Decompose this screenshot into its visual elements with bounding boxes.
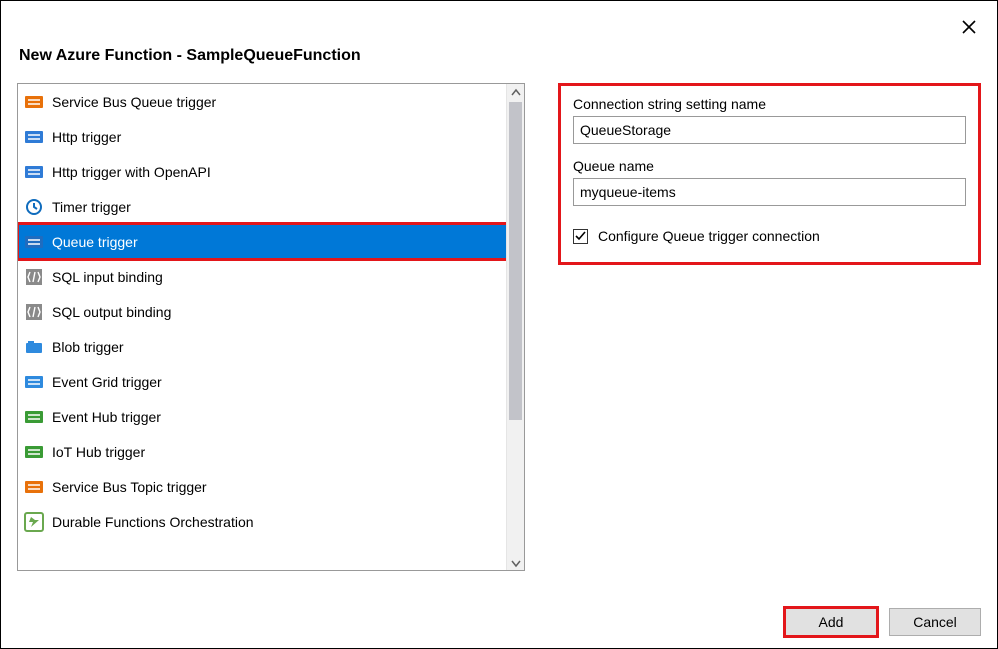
- list-item-label: Service Bus Topic trigger: [52, 479, 207, 495]
- list-item[interactable]: SQL output binding: [18, 294, 524, 329]
- add-button[interactable]: Add: [785, 608, 877, 636]
- list-item[interactable]: Http trigger with OpenAPI: [18, 154, 524, 189]
- dialog-title: New Azure Function - SampleQueueFunction: [19, 47, 989, 65]
- sql-icon: [24, 267, 44, 287]
- configure-checkbox[interactable]: [573, 229, 588, 244]
- blob-icon: [24, 337, 44, 357]
- list-item[interactable]: Event Hub trigger: [18, 399, 524, 434]
- list-item[interactable]: Http trigger: [18, 119, 524, 154]
- list-item-label: Http trigger: [52, 129, 121, 145]
- trigger-settings-column: Connection string setting name Queue nam…: [558, 83, 981, 571]
- list-item-label: Http trigger with OpenAPI: [52, 164, 211, 180]
- queue-icon: [24, 232, 44, 252]
- queue-label: Queue name: [573, 158, 966, 174]
- conn-label: Connection string setting name: [573, 96, 966, 112]
- list-item[interactable]: Durable Functions Orchestration: [18, 504, 524, 539]
- list-item[interactable]: Service Bus Queue trigger: [18, 84, 524, 119]
- add-button-label: Add: [819, 614, 844, 630]
- list-item[interactable]: SQL input binding: [18, 259, 524, 294]
- scroll-up-icon[interactable]: [507, 84, 524, 102]
- dialog-window: New Azure Function - SampleQueueFunction…: [0, 0, 998, 649]
- trigger-listbox[interactable]: Service Bus Queue trigger Http trigger Htt…: [17, 83, 525, 571]
- list-item[interactable]: Blob trigger: [18, 329, 524, 364]
- list-item[interactable]: IoT Hub trigger: [18, 434, 524, 469]
- list-item-label: SQL input binding: [52, 269, 163, 285]
- list-item-label: SQL output binding: [52, 304, 171, 320]
- list-item-label: Timer trigger: [52, 199, 131, 215]
- conn-input[interactable]: [573, 116, 966, 144]
- event-grid-icon: [24, 372, 44, 392]
- trigger-list-column: Service Bus Queue trigger Http trigger Htt…: [17, 83, 525, 571]
- list-item[interactable]: Service Bus Topic trigger: [18, 469, 524, 504]
- service-bus-topic-icon: [24, 477, 44, 497]
- list-item-label: Event Grid trigger: [52, 374, 162, 390]
- iot-hub-icon: [24, 442, 44, 462]
- close-icon[interactable]: [959, 17, 979, 37]
- list-item-label: Durable Functions Orchestration: [52, 514, 254, 530]
- scroll-track[interactable]: [507, 102, 524, 554]
- list-item-label: Queue trigger: [52, 234, 138, 250]
- configure-checkbox-label: Configure Queue trigger connection: [598, 228, 820, 244]
- dialog-body: Service Bus Queue trigger Http trigger Htt…: [9, 83, 989, 571]
- service-bus-queue-icon: [24, 92, 44, 112]
- dialog-footer: Add Cancel: [785, 608, 981, 636]
- list-item-label: Service Bus Queue trigger: [52, 94, 216, 110]
- scrollbar[interactable]: [506, 84, 524, 570]
- sql-icon: [24, 302, 44, 322]
- list-item[interactable]: Queue trigger: [18, 224, 524, 259]
- list-item[interactable]: Event Grid trigger: [18, 364, 524, 399]
- http-icon: [24, 127, 44, 147]
- event-hub-icon: [24, 407, 44, 427]
- queue-input[interactable]: [573, 178, 966, 206]
- settings-panel: Connection string setting name Queue nam…: [558, 83, 981, 265]
- timer-icon: [24, 197, 44, 217]
- list-item-label: Blob trigger: [52, 339, 124, 355]
- scroll-down-icon[interactable]: [507, 554, 524, 571]
- configure-checkbox-row[interactable]: Configure Queue trigger connection: [573, 228, 966, 244]
- http-icon: [24, 162, 44, 182]
- scroll-thumb[interactable]: [509, 102, 522, 420]
- list-item-label: Event Hub trigger: [52, 409, 161, 425]
- list-item-label: IoT Hub trigger: [52, 444, 145, 460]
- cancel-button-label: Cancel: [913, 614, 957, 630]
- list-item[interactable]: Timer trigger: [18, 189, 524, 224]
- durable-icon: [24, 512, 44, 532]
- cancel-button[interactable]: Cancel: [889, 608, 981, 636]
